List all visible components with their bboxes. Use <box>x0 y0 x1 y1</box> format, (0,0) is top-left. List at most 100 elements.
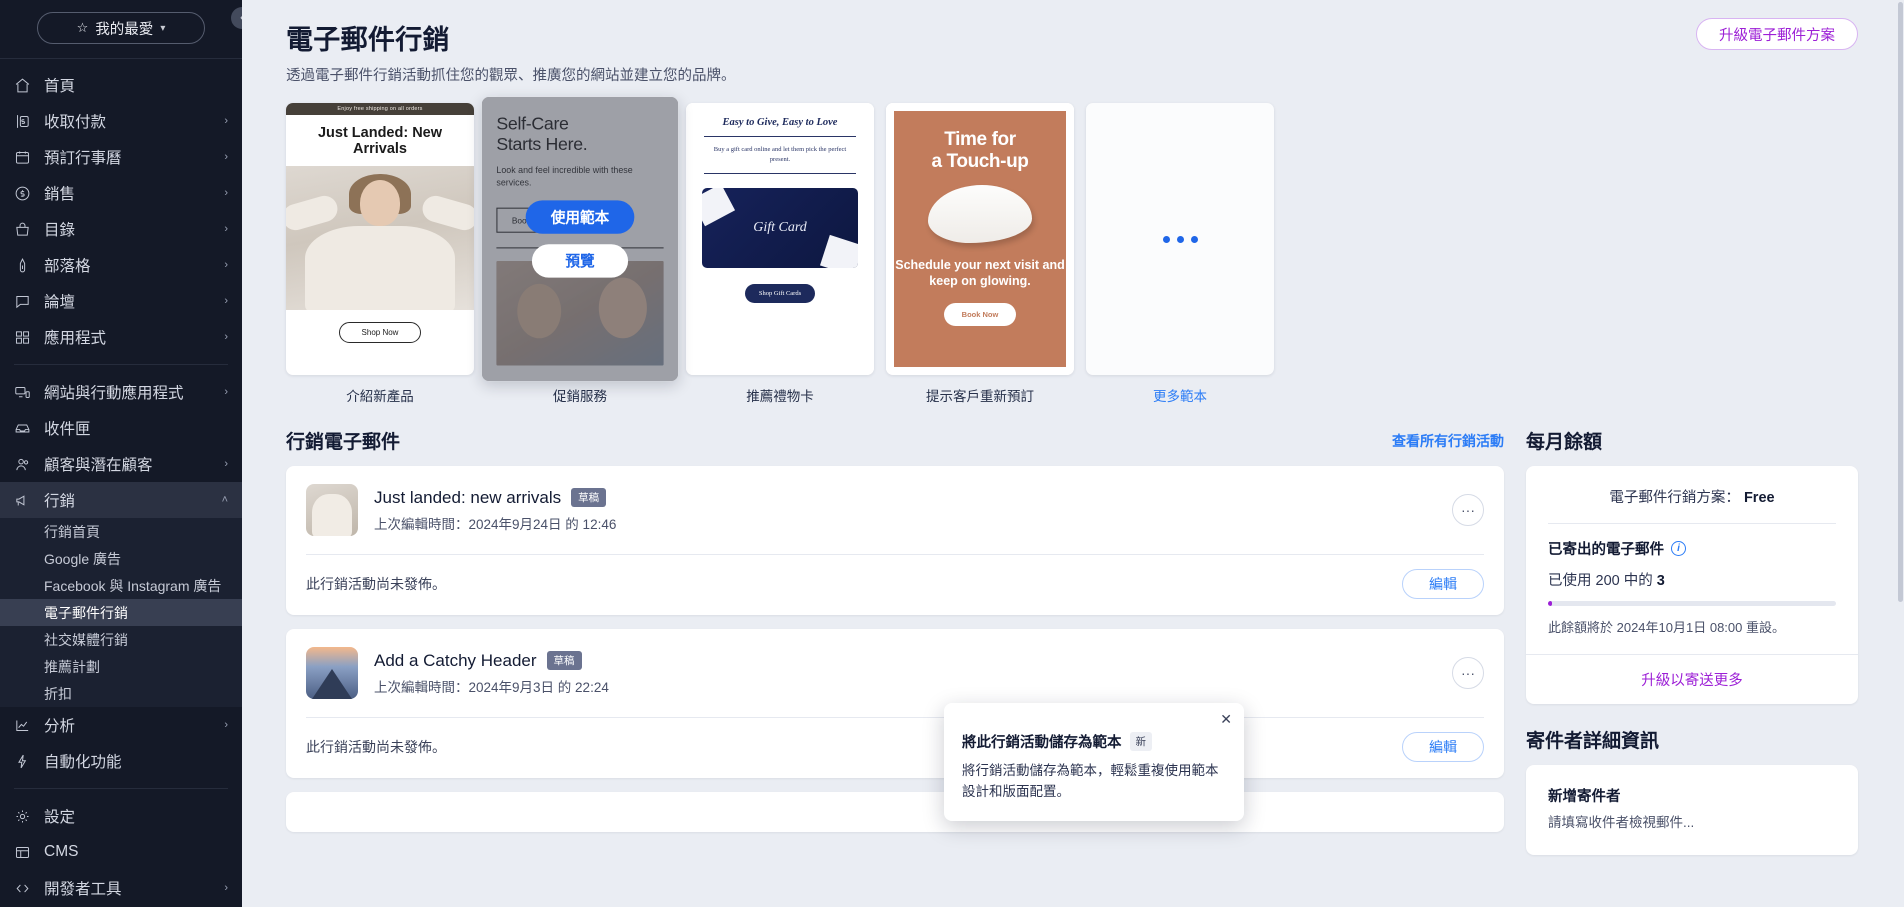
panel-divider <box>1548 523 1836 524</box>
dollar-circle-icon <box>14 185 36 202</box>
sidebar: ☆ 我的最愛 ▾ 首頁 收取付款 › 預訂行事曆 › 銷售 › 目錄 › 部落格… <box>0 0 242 907</box>
chevron-right-icon: › <box>224 115 228 127</box>
sidebar-item-label: 收件匣 <box>44 421 91 438</box>
sidebar-item-receive-payments[interactable]: 收取付款 › <box>0 103 242 139</box>
sidebar-item-cms[interactable]: CMS <box>0 834 242 870</box>
calendar-icon <box>14 149 36 166</box>
favorites-button[interactable]: ☆ 我的最愛 ▾ <box>37 12 205 44</box>
table-icon <box>14 844 36 861</box>
sent-emails-row: 已寄出的電子郵件 i <box>1548 538 1836 559</box>
template-hover-overlay: 使用範本 預覽 <box>481 96 679 382</box>
close-icon[interactable]: ✕ <box>1220 712 1232 726</box>
subitem-label: 電子郵件行銷 <box>44 604 128 621</box>
scrollbar-track[interactable] <box>1897 0 1904 907</box>
sidebar-item-automations[interactable]: 自動化功能 <box>0 743 242 779</box>
subitem-label: Facebook 與 Instagram 廣告 <box>44 577 222 594</box>
template-thumbnail[interactable]: Time for a Touch-up Schedule your next v… <box>886 103 1074 375</box>
page-header: 電子郵件行銷 透過電子郵件行銷活動抓住您的觀眾、推廣您的網站並建立您的品牌。 升… <box>286 18 1858 85</box>
sender-details-panel: 新增寄件者 請填寫收件者檢視郵件... <box>1526 765 1858 856</box>
template-cta: Shop Now <box>338 322 422 343</box>
usage-progress-bar <box>1548 601 1836 606</box>
sidebar-item-developer-tools[interactable]: 開發者工具 › <box>0 870 242 906</box>
ellipsis-icon: ··· <box>1461 665 1475 681</box>
catalog-icon <box>14 221 36 238</box>
status-badge: 草稿 <box>571 488 607 507</box>
view-all-campaigns-link[interactable]: 查看所有行銷活動 <box>1392 431 1504 451</box>
sidebar-subitem-social-marketing[interactable]: 社交媒體行銷 <box>0 626 242 653</box>
campaign-last-edited: 上次編輯時間：2024年9月24日 的 12:46 <box>374 516 617 532</box>
sidebar-item-customers-leads[interactable]: 顧客與潛在顧客 › <box>0 446 242 482</box>
preview-template-button[interactable]: 預覽 <box>531 244 629 278</box>
template-thumbnail-loading[interactable] <box>1086 103 1274 375</box>
info-icon[interactable]: i <box>1671 541 1686 556</box>
sidebar-item-label: 網站與行動應用程式 <box>44 385 184 402</box>
new-badge: 新 <box>1129 732 1152 751</box>
template-heading: Just Landed: New Arrivals <box>317 125 443 157</box>
sidebar-item-booking-calendar[interactable]: 預訂行事曆 › <box>0 139 242 175</box>
chevron-down-icon: ▾ <box>160 22 166 34</box>
campaign-info: Just landed: new arrivals 草稿 上次編輯時間：2024… <box>358 488 1452 533</box>
scrollbar-thumb[interactable] <box>1898 2 1903 602</box>
campaign-row-partial <box>286 792 1504 832</box>
template-thumbnail[interactable]: Easy to Give, Easy to Love Buy a gift ca… <box>686 103 874 375</box>
campaign-status-text: 此行銷活動尚未發佈。 <box>306 739 446 755</box>
campaign-more-button[interactable]: ··· <box>1452 494 1484 526</box>
usage-text: 已使用 200 中的 3 <box>1548 569 1836 590</box>
campaign-header: Add a Catchy Header 草稿 上次編輯時間：2024年9月3日 … <box>286 629 1504 717</box>
template-topbar-text: Enjoy free shipping on all orders <box>286 103 474 115</box>
upgrade-to-send-more-link[interactable]: 升級以寄送更多 <box>1641 673 1743 689</box>
sidebar-item-catalog[interactable]: 目錄 › <box>0 211 242 247</box>
use-template-button[interactable]: 使用範本 <box>525 200 635 234</box>
sidebar-item-home[interactable]: 首頁 <box>0 67 242 103</box>
sidebar-item-apps[interactable]: 應用程式 › <box>0 319 242 355</box>
sidebar-item-inbox[interactable]: 收件匣 <box>0 410 242 446</box>
chevron-right-icon: › <box>224 259 228 271</box>
sidebar-item-label: 首頁 <box>44 78 76 95</box>
sidebar-subitem-facebook-instagram-ads[interactable]: Facebook 與 Instagram 廣告 <box>0 572 242 599</box>
reset-note: 此餘額將於 2024年10月1日 08:00 重設。 <box>1548 620 1785 635</box>
sidebar-item-label: 銷售 <box>44 186 76 203</box>
chevron-right-icon: › <box>224 151 228 163</box>
sidebar-item-analytics[interactable]: 分析 › <box>0 707 242 743</box>
edit-campaign-button[interactable]: 編輯 <box>1402 569 1484 599</box>
automation-bolt-icon <box>14 753 36 770</box>
sidebar-item-site-mobile-app[interactable]: 網站與行動應用程式 › <box>0 374 242 410</box>
sidebar-item-blog[interactable]: 部落格 › <box>0 247 242 283</box>
sidebar-subitem-discounts[interactable]: 折扣 <box>0 680 242 707</box>
analytics-icon <box>14 717 36 734</box>
sidebar-subitem-referral-program[interactable]: 推薦計劃 <box>0 653 242 680</box>
sidebar-subitem-google-ads[interactable]: Google 廣告 <box>0 545 242 572</box>
monitor-mobile-icon <box>14 384 36 401</box>
sidebar-item-settings[interactable]: 設定 <box>0 798 242 834</box>
upgrade-email-plan-button[interactable]: 升級電子郵件方案 <box>1696 18 1858 50</box>
people-icon <box>14 456 36 473</box>
sidebar-item-sales[interactable]: 銷售 › <box>0 175 242 211</box>
campaign-more-button[interactable]: ··· <box>1452 657 1484 689</box>
favorites-label: 我的最愛 <box>95 21 154 38</box>
sidebar-item-label: 應用程式 <box>44 330 107 347</box>
star-icon: ☆ <box>76 20 89 35</box>
campaign-footer: 此行銷活動尚未發佈。 編輯 <box>286 718 1504 778</box>
subitem-label: 推薦計劃 <box>44 658 100 675</box>
sidebar-divider-3 <box>14 788 228 789</box>
sidebar-item-marketing[interactable]: 行銷 ˄ <box>0 482 242 518</box>
template-caption: 推薦禮物卡 <box>746 389 814 404</box>
sender-details-title: 寄件者詳細資訊 <box>1526 731 1660 752</box>
campaigns-column: 行銷電子郵件 查看所有行銷活動 Just landed: new arrival… <box>286 427 1504 855</box>
chevron-right-icon: › <box>224 223 228 235</box>
usage-value: 3 <box>1656 573 1665 589</box>
more-templates-link[interactable]: 更多範本 <box>1086 385 1274 405</box>
template-rule-top <box>704 136 856 138</box>
sidebar-item-label: 顧客與潛在顧客 <box>44 457 153 474</box>
template-heading-line1: Time for <box>944 129 1016 150</box>
sidebar-item-forum[interactable]: 論壇 › <box>0 283 242 319</box>
balance-title: 每月餘額 <box>1526 432 1603 453</box>
template-card-more: 更多範本 <box>1086 103 1274 405</box>
sidebar-subitem-email-marketing[interactable]: 電子郵件行銷 <box>0 599 242 626</box>
chevron-right-icon: › <box>224 295 228 307</box>
sidebar-subitem-marketing-home[interactable]: 行銷首頁 <box>0 518 242 545</box>
template-thumbnail[interactable]: Enjoy free shipping on all orders Just L… <box>286 103 474 375</box>
edit-campaign-button[interactable]: 編輯 <box>1402 732 1484 762</box>
template-thumbnail[interactable]: Self-Care Starts Here. Look and feel inc… <box>481 96 679 382</box>
template-image <box>928 184 1032 243</box>
